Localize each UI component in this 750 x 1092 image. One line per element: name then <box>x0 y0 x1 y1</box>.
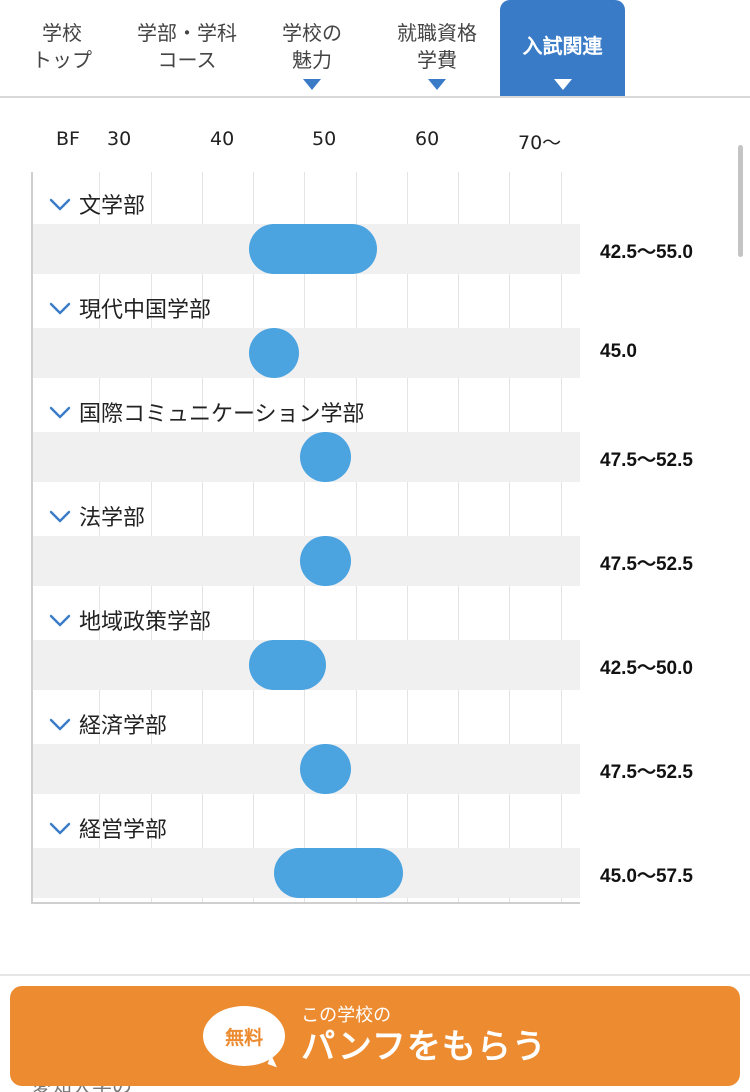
chevron-down-icon <box>49 609 71 631</box>
department-header[interactable]: 地域政策学部 <box>49 600 211 640</box>
scrollbar[interactable] <box>738 145 743 257</box>
deviation-bar <box>248 224 378 274</box>
axis-tick-label: 30 <box>107 128 132 150</box>
deviation-range-label: 42.5〜50.0 <box>600 658 693 679</box>
department-name: 法学部 <box>79 506 146 531</box>
department-name: 国際コミュニケーション学部 <box>79 402 365 427</box>
chart-band <box>33 224 580 274</box>
tab-label-line: コース <box>157 48 217 72</box>
chevron-down-icon <box>49 505 71 527</box>
deviation-range-label: 47.5〜52.5 <box>600 554 693 575</box>
department-row[interactable]: 地域政策学部 <box>33 588 580 692</box>
deviation-range-label: 45.0〜57.5 <box>600 866 693 887</box>
department-name: 地域政策学部 <box>79 610 212 635</box>
deviation-bar <box>249 328 300 378</box>
chart-band <box>33 744 580 794</box>
axis-tick-label: 60 <box>415 128 440 150</box>
department-row[interactable]: 文学部 <box>33 172 580 276</box>
axis-tick-label: 40 <box>210 128 235 150</box>
department-name: 現代中国学部 <box>79 298 212 323</box>
deviation-chart: 文学部現代中国学部国際コミュニケーション学部 法学部地域政策学部 経済学部経営学部 <box>31 172 580 904</box>
cta-big-text: パンフをもらう <box>301 1027 547 1067</box>
department-row[interactable]: 経営学部 <box>33 796 580 900</box>
tab-label-line: 入試関連 <box>522 34 603 58</box>
deviation-bar <box>300 744 352 794</box>
department-row[interactable]: 国際コミュニケーション学部 <box>33 380 580 484</box>
caret-down-icon <box>303 79 321 90</box>
department-name: 経済学部 <box>79 714 168 739</box>
tab-label-line: 学部・学科 <box>137 21 237 45</box>
chart-band <box>33 328 580 378</box>
department-name: 文学部 <box>79 194 146 219</box>
department-row[interactable]: 経済学部 <box>33 692 580 796</box>
department-header[interactable]: 文学部 <box>49 184 145 224</box>
tab-label-line: トップ <box>32 48 92 72</box>
caret-down-icon <box>428 79 446 90</box>
tab-bar: 学校 トップ 学部・学科 コース 学校の 魅力 就職資格 学費 入試関連 <box>0 0 750 98</box>
deviation-bar <box>248 640 326 690</box>
divider <box>0 974 750 976</box>
cta-small-text: この学校の <box>301 1005 392 1026</box>
tab-career-tuition[interactable]: 就職資格 学費 <box>374 0 500 96</box>
tab-label-line: 就職資格 <box>397 21 477 45</box>
tab-admissions[interactable]: 入試関連 <box>500 0 625 96</box>
department-header[interactable]: 現代中国学部 <box>49 288 211 328</box>
deviation-range-label: 47.5〜52.5 <box>600 450 693 471</box>
chart-band <box>33 536 580 586</box>
department-header[interactable]: 経営学部 <box>49 808 167 848</box>
tab-label-line: 学校 <box>42 21 82 45</box>
deviation-bar <box>274 848 403 898</box>
chevron-down-icon <box>49 817 71 839</box>
department-header[interactable]: 経済学部 <box>49 704 167 744</box>
department-name: 経営学部 <box>79 818 168 843</box>
deviation-bar <box>300 536 352 586</box>
deviation-range-label: 42.5〜55.0 <box>600 242 693 263</box>
tab-label-line: 魅力 <box>292 48 332 72</box>
department-header[interactable]: 法学部 <box>49 496 145 536</box>
department-row[interactable]: 法学部 <box>33 484 580 588</box>
department-row[interactable]: 現代中国学部 <box>33 276 580 380</box>
free-badge-icon: 無料 <box>203 1006 286 1066</box>
tab-label-line: 学校の <box>282 21 342 45</box>
deviation-range-label: 47.5〜52.5 <box>600 762 693 783</box>
chart-band <box>33 432 580 482</box>
get-pamphlet-button[interactable]: 無料 この学校の パンフをもらう <box>10 986 740 1086</box>
tab-faculty-course[interactable]: 学部・学科 コース <box>124 0 250 96</box>
cta-texts: この学校の パンフをもらう <box>301 1005 547 1067</box>
deviation-axis: BF 30 40 50 60 70〜 <box>0 98 750 172</box>
tab-school-top[interactable]: 学校 トップ <box>0 0 124 96</box>
axis-label-bf: BF <box>56 128 80 150</box>
chevron-down-icon <box>49 297 71 319</box>
chevron-down-icon <box>49 713 71 735</box>
free-badge-label: 無料 <box>225 1026 264 1049</box>
chevron-down-icon <box>49 193 71 215</box>
caret-down-icon <box>553 79 572 90</box>
axis-tick-label: 50 <box>312 128 337 150</box>
deviation-range-label: 45.0 <box>600 341 637 362</box>
chevron-down-icon <box>49 401 71 423</box>
tab-label-line: 学費 <box>417 48 457 72</box>
chart-band <box>33 640 580 690</box>
deviation-bar <box>300 432 352 482</box>
tab-school-appeal[interactable]: 学校の 魅力 <box>250 0 374 96</box>
chart-band <box>33 848 580 898</box>
axis-tick-label: 70〜 <box>518 132 562 154</box>
department-header[interactable]: 国際コミュニケーション学部 <box>49 392 365 432</box>
